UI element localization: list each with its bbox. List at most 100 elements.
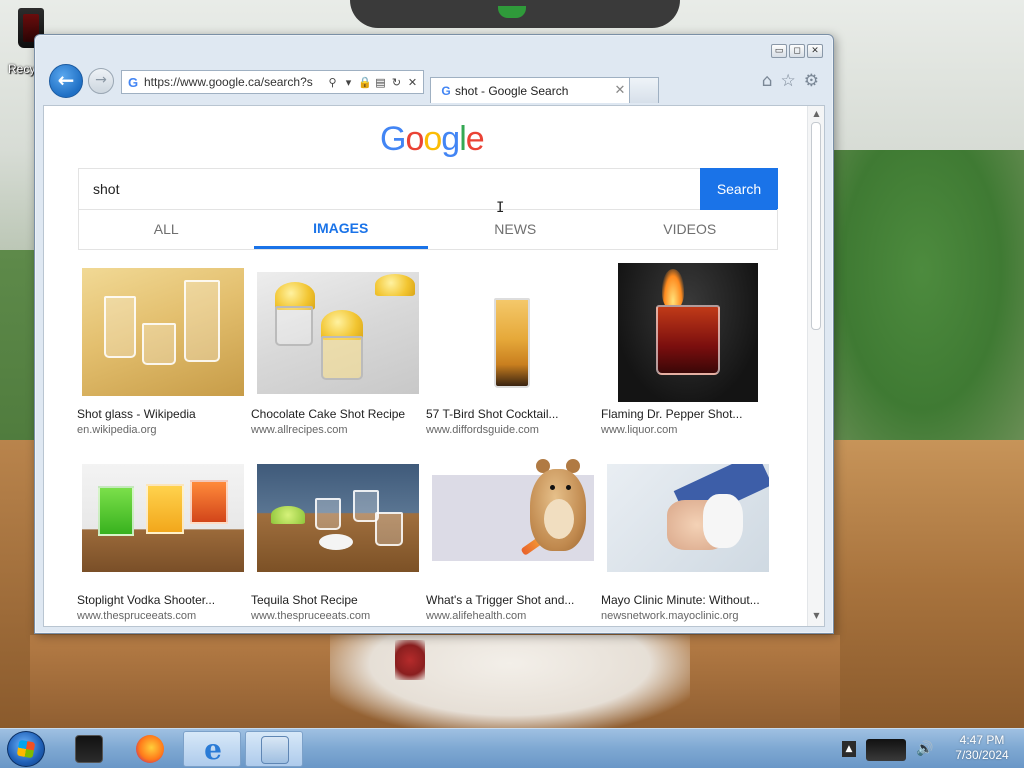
glass-shape bbox=[275, 306, 313, 346]
result-title[interactable]: Stoplight Vodka Shooter... bbox=[77, 593, 252, 607]
search-tab-all[interactable]: ALL bbox=[79, 209, 254, 249]
forward-button[interactable]: → bbox=[88, 68, 114, 94]
terminal-icon bbox=[75, 735, 103, 763]
clock[interactable]: 4:47 PM 7/30/2024 bbox=[940, 733, 1024, 763]
result-image-mayo-clinic[interactable] bbox=[607, 464, 769, 572]
result-title[interactable]: Tequila Shot Recipe bbox=[251, 593, 426, 607]
result-title[interactable]: Chocolate Cake Shot Recipe bbox=[251, 407, 426, 421]
page-content: Google shot Search I ALL IMAGES NEWS VIDEOS bbox=[43, 105, 825, 627]
clock-date: 7/30/2024 bbox=[955, 748, 1009, 762]
start-button[interactable] bbox=[7, 731, 45, 767]
minimize-button[interactable]: ▭ bbox=[771, 44, 787, 58]
search-button[interactable]: Search bbox=[700, 168, 778, 210]
taskbar-item-terminal[interactable] bbox=[60, 731, 118, 767]
background-red-detail bbox=[395, 640, 425, 680]
result-title[interactable]: What's a Trigger Shot and... bbox=[426, 593, 601, 607]
favorites-star-icon[interactable]: ☆ bbox=[781, 71, 796, 91]
taskbar-item-internet-explorer[interactable] bbox=[183, 731, 241, 767]
hamster-eye bbox=[550, 485, 555, 490]
glass-shape bbox=[321, 336, 363, 380]
address-bar[interactable]: G https://www.google.ca/search?s ⚲ ▾ 🔒 ▤… bbox=[121, 70, 424, 94]
refresh-icon[interactable]: ↻ bbox=[390, 76, 403, 89]
network-icon[interactable] bbox=[866, 739, 906, 761]
hamster-belly bbox=[544, 499, 574, 539]
red-shot-shape bbox=[190, 480, 228, 524]
tab-close-icon[interactable]: ✕ bbox=[611, 83, 629, 98]
taskbar-item-firefox[interactable] bbox=[121, 731, 179, 767]
tab-title: shot - Google Search bbox=[455, 83, 569, 98]
search-input[interactable]: shot bbox=[93, 181, 119, 197]
result-source: www.thespruceeats.com bbox=[251, 610, 371, 622]
forward-arrow-icon: → bbox=[95, 72, 107, 88]
salt-dish-shape bbox=[319, 534, 353, 550]
glove-shape bbox=[703, 494, 743, 548]
taskbar: ▲ 🔊 4:47 PM 7/30/2024 bbox=[0, 728, 1024, 768]
volume-icon[interactable]: 🔊 bbox=[916, 741, 936, 759]
result-source: www.diffordsguide.com bbox=[426, 424, 539, 436]
glass-shape bbox=[184, 280, 220, 362]
background-grass bbox=[820, 150, 1024, 450]
browser-tab-active[interactable]: G shot - Google Search ✕ bbox=[430, 77, 630, 103]
vertical-scrollbar[interactable]: ▲ ▼ bbox=[807, 106, 824, 626]
result-source: www.thespruceeats.com bbox=[77, 610, 197, 622]
lemon-shape bbox=[375, 274, 415, 296]
new-tab-button[interactable] bbox=[629, 77, 659, 103]
result-title[interactable]: Mayo Clinic Minute: Without... bbox=[601, 593, 776, 607]
search-icon[interactable]: ⚲ bbox=[326, 76, 339, 89]
compatibility-icon[interactable]: ▤ bbox=[374, 76, 387, 89]
yellow-shot-shape bbox=[146, 484, 184, 534]
dropdown-icon[interactable]: ▾ bbox=[342, 76, 355, 89]
scrollbar-thumb[interactable] bbox=[811, 122, 821, 330]
google-favicon-icon: G bbox=[127, 74, 139, 90]
scroll-up-icon[interactable]: ▲ bbox=[811, 109, 822, 121]
result-image-stoplight-vodka[interactable] bbox=[82, 464, 244, 572]
hamster-eye bbox=[566, 485, 571, 490]
result-source: newsnetwork.mayoclinic.org bbox=[601, 610, 739, 622]
lock-icon[interactable]: 🔒 bbox=[358, 76, 372, 89]
search-tab-news[interactable]: NEWS bbox=[428, 209, 603, 249]
browser-tools: ⌂ ☆ ⚙ bbox=[762, 71, 819, 91]
settings-gear-icon[interactable]: ⚙ bbox=[804, 71, 819, 91]
hamster-overlay bbox=[522, 451, 592, 556]
stop-icon[interactable]: ✕ bbox=[406, 76, 419, 89]
address-url[interactable]: https://www.google.ca/search?s bbox=[144, 75, 326, 89]
browser-window: ▭ ◻ ✕ ← → G https://www.google.ca/search… bbox=[34, 34, 834, 634]
logo-letter: g bbox=[441, 120, 460, 158]
result-source: en.wikipedia.org bbox=[77, 424, 157, 436]
maximize-button[interactable]: ◻ bbox=[789, 44, 805, 58]
logo-letter: e bbox=[465, 120, 485, 158]
green-shot-shape bbox=[98, 486, 134, 536]
address-bar-icons: ⚲ ▾ 🔒 ▤ ↻ ✕ bbox=[326, 76, 423, 89]
background-bench-right bbox=[832, 440, 1024, 728]
scroll-down-icon[interactable]: ▼ bbox=[811, 611, 822, 623]
internet-explorer-icon bbox=[199, 736, 227, 764]
logo-letter: o bbox=[423, 120, 442, 158]
result-source: www.alifehealth.com bbox=[426, 610, 527, 622]
result-title[interactable]: Shot glass - Wikipedia bbox=[77, 407, 252, 421]
close-button[interactable]: ✕ bbox=[807, 44, 823, 58]
firefox-icon bbox=[136, 735, 164, 763]
result-title[interactable]: Flaming Dr. Pepper Shot... bbox=[601, 407, 776, 421]
result-source: www.allrecipes.com bbox=[251, 424, 348, 436]
search-tabs: ALL IMAGES NEWS VIDEOS bbox=[78, 209, 778, 250]
background-figure bbox=[330, 635, 690, 728]
result-image-tequila-shot[interactable] bbox=[257, 464, 419, 572]
glass-shape bbox=[104, 296, 136, 358]
result-title[interactable]: 57 T-Bird Shot Cocktail... bbox=[426, 407, 601, 421]
taskbar-item-photo-viewer[interactable] bbox=[245, 731, 303, 767]
clock-time: 4:47 PM bbox=[959, 733, 1005, 747]
result-image-t-bird-shot[interactable] bbox=[432, 268, 594, 396]
window-titlebar[interactable] bbox=[35, 35, 833, 71]
show-hidden-icons-icon[interactable]: ▲ bbox=[842, 741, 856, 757]
back-button[interactable]: ← bbox=[49, 64, 83, 98]
result-image-flaming-dr-pepper[interactable] bbox=[618, 263, 758, 402]
result-image-chocolate-cake-shot[interactable] bbox=[257, 272, 419, 394]
search-tab-videos[interactable]: VIDEOS bbox=[603, 209, 778, 249]
glass-shape bbox=[142, 323, 176, 365]
recycle-bin-label: Recy bbox=[8, 62, 36, 76]
search-tab-images[interactable]: IMAGES bbox=[253, 209, 428, 249]
home-icon[interactable]: ⌂ bbox=[762, 71, 773, 91]
result-image-shot-glass[interactable] bbox=[82, 268, 244, 396]
glass-shape bbox=[375, 512, 403, 546]
tab-favicon-icon: G bbox=[441, 83, 451, 98]
